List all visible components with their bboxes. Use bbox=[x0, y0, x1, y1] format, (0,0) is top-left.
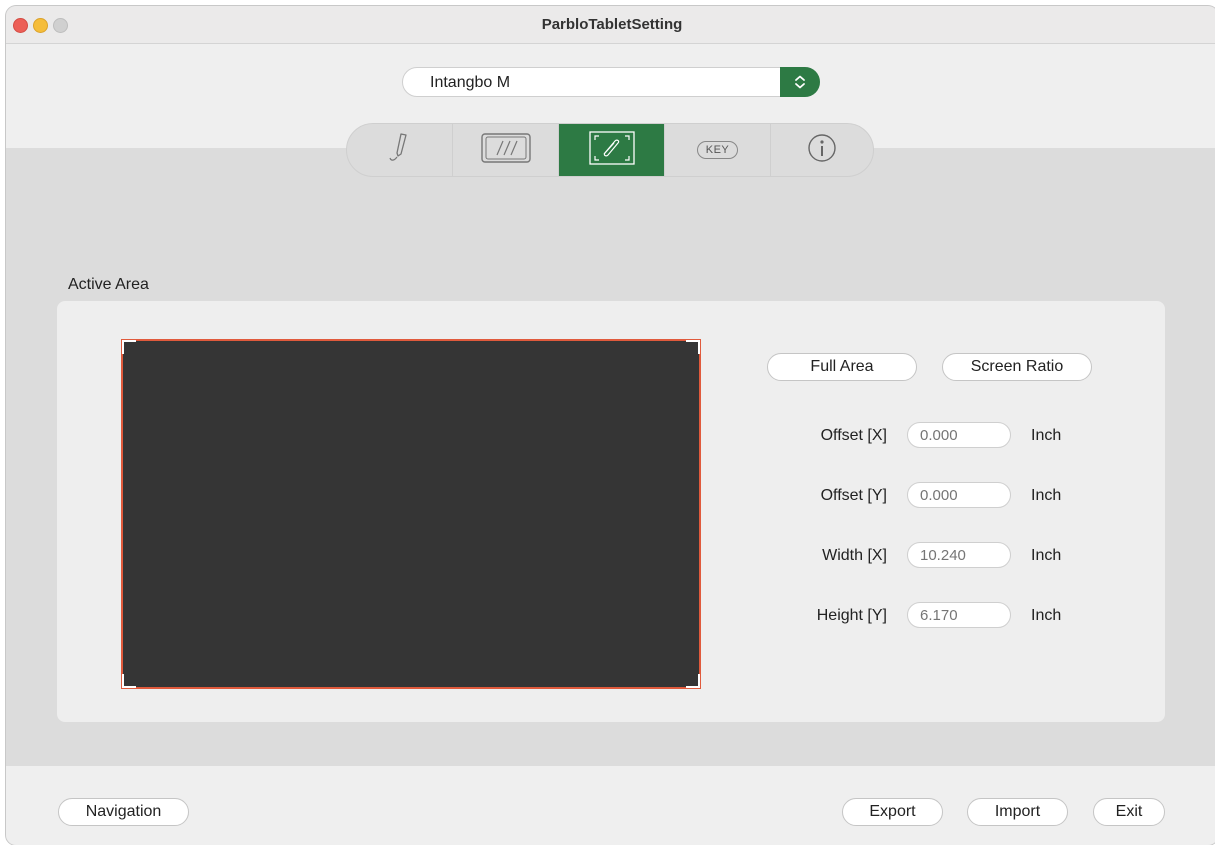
offset-y-label: Offset [Y] bbox=[820, 487, 887, 504]
resize-handle-top-right[interactable] bbox=[686, 340, 700, 354]
chevron-up-down-icon[interactable] bbox=[780, 67, 820, 97]
tab-tablet[interactable] bbox=[453, 124, 559, 176]
key-icon: KEY bbox=[696, 141, 739, 159]
offset-y-unit: Inch bbox=[1031, 487, 1062, 504]
active-area-preview[interactable] bbox=[121, 339, 701, 689]
offset-x-label: Offset [X] bbox=[820, 427, 887, 444]
tab-bar: KEY bbox=[346, 123, 874, 177]
tablet-icon bbox=[480, 131, 532, 170]
tab-info[interactable] bbox=[771, 124, 873, 176]
resize-handle-bottom-right[interactable] bbox=[686, 674, 700, 688]
window-title: ParbloTabletSetting bbox=[541, 16, 683, 33]
screen-ratio-button[interactable]: Screen Ratio bbox=[942, 353, 1092, 381]
device-select[interactable]: Intangbo M bbox=[402, 67, 820, 97]
title-bar: ParbloTabletSetting bbox=[6, 6, 1215, 44]
import-button[interactable]: Import bbox=[967, 798, 1068, 826]
width-x-unit: Inch bbox=[1031, 547, 1062, 564]
pen-icon bbox=[387, 130, 413, 171]
width-x-label: Width [X] bbox=[822, 547, 887, 564]
height-y-field[interactable] bbox=[907, 602, 1011, 628]
footer-bar: Navigation Export Import Exit bbox=[6, 766, 1215, 845]
area-mapping-icon bbox=[587, 129, 637, 172]
offset-x-field[interactable] bbox=[907, 422, 1011, 448]
resize-handle-bottom-left[interactable] bbox=[122, 674, 136, 688]
app-window: ParbloTabletSetting Intangbo M KEY Activ… bbox=[6, 6, 1215, 845]
height-y-label: Height [Y] bbox=[816, 607, 887, 624]
width-x-field[interactable] bbox=[907, 542, 1011, 568]
exit-button[interactable]: Exit bbox=[1093, 798, 1165, 826]
tab-key[interactable]: KEY bbox=[665, 124, 771, 176]
resize-handle-top-left[interactable] bbox=[122, 340, 136, 354]
info-icon bbox=[806, 132, 838, 169]
offset-x-unit: Inch bbox=[1031, 427, 1062, 444]
navigation-button[interactable]: Navigation bbox=[58, 798, 189, 826]
offset-y-field[interactable] bbox=[907, 482, 1011, 508]
active-area-heading: Active Area bbox=[68, 276, 149, 293]
export-button[interactable]: Export bbox=[842, 798, 943, 826]
height-y-unit: Inch bbox=[1031, 607, 1062, 624]
tab-pen[interactable] bbox=[347, 124, 453, 176]
device-select-value: Intangbo M bbox=[430, 74, 511, 91]
full-area-button[interactable]: Full Area bbox=[767, 353, 917, 381]
tab-area-mapping[interactable] bbox=[559, 124, 665, 176]
active-area-panel: Full Area Screen Ratio Offset [X] Inch O… bbox=[57, 301, 1165, 722]
